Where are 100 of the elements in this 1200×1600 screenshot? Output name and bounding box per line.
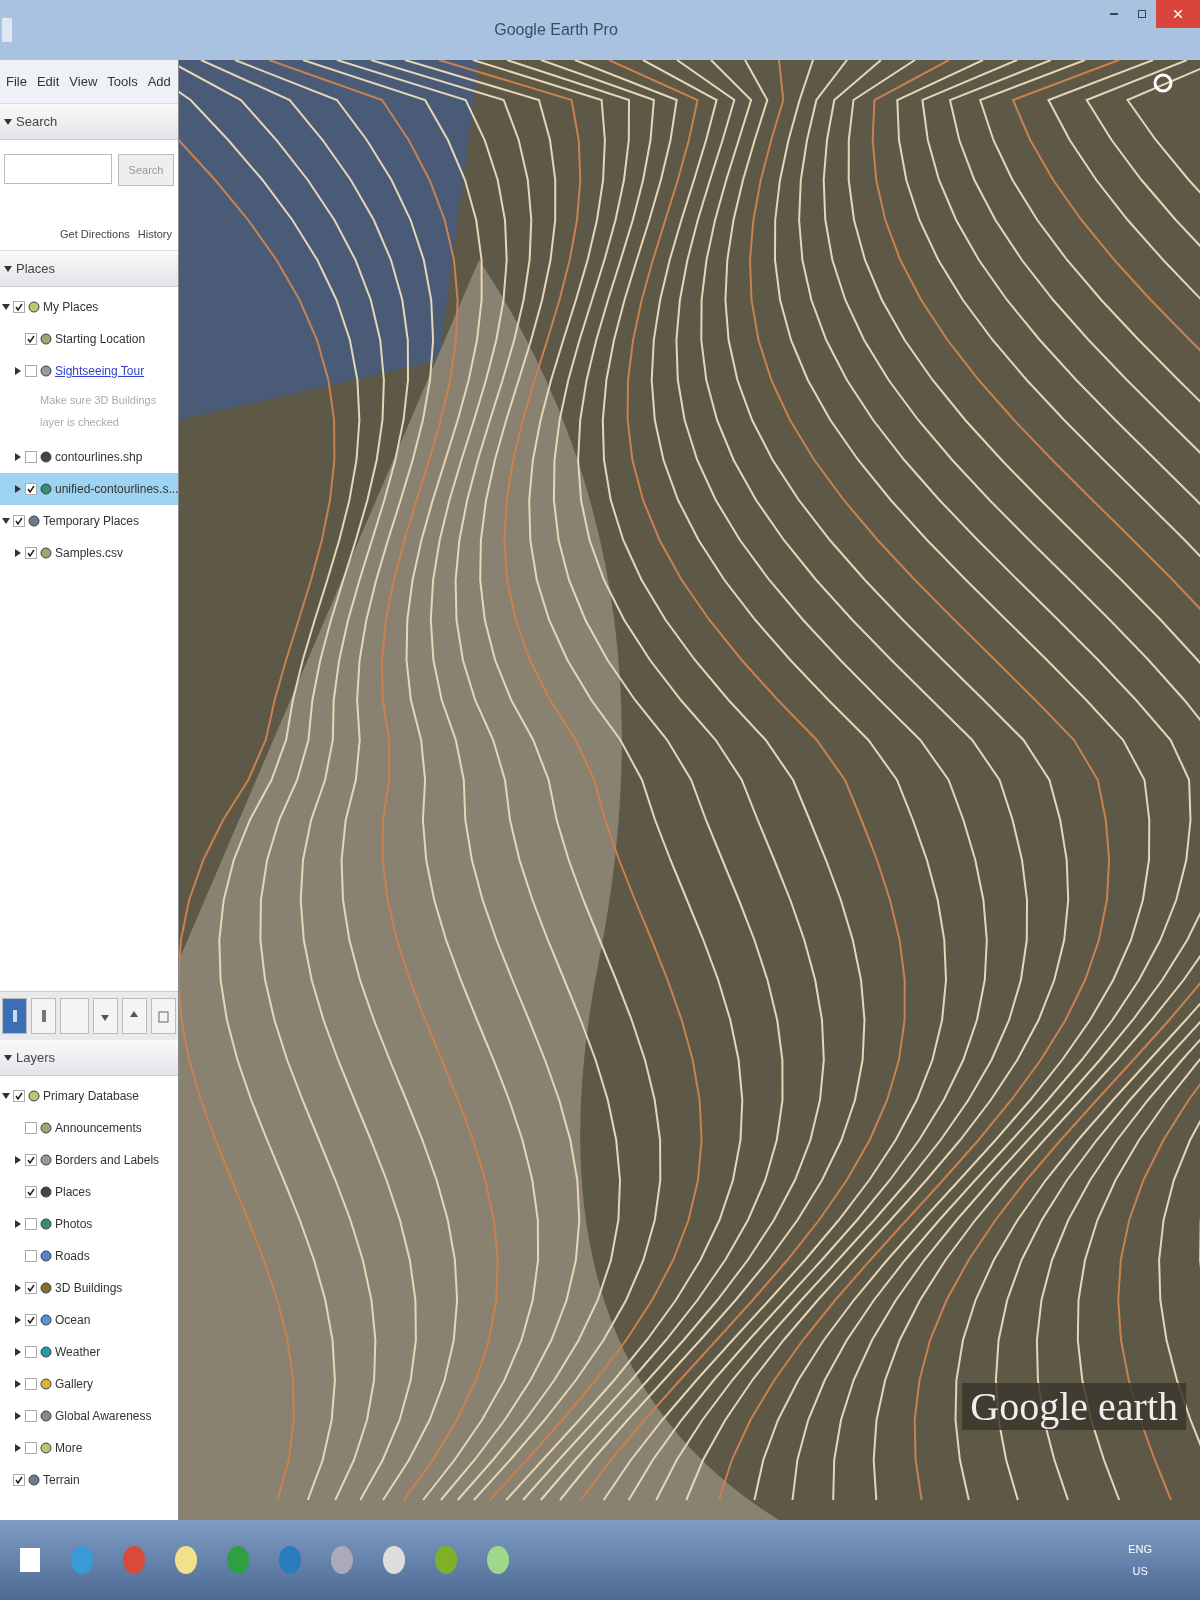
globe-icon: [40, 333, 52, 345]
menu-item[interactable]: Add: [147, 74, 171, 89]
globe-icon: [40, 365, 52, 377]
globe-icon: [28, 301, 40, 313]
expand-arrow-icon[interactable]: [14, 1348, 22, 1356]
tree-item[interactable]: Sightseeing Tour: [0, 355, 178, 387]
checkbox[interactable]: [25, 451, 37, 463]
tree-item[interactable]: 3D Buildings: [0, 1272, 178, 1304]
item-label: contourlines.shp: [55, 450, 143, 464]
square-icon: [157, 1009, 170, 1023]
menu-item[interactable]: Edit: [36, 74, 60, 89]
folder-button[interactable]: [31, 998, 57, 1034]
tour-link[interactable]: Sightseeing Tour: [55, 364, 145, 378]
item-label: Terrain: [43, 1473, 80, 1487]
tree-item[interactable]: Roads: [0, 1240, 178, 1272]
tray-text: US: [1132, 1565, 1148, 1577]
globe-icon: [28, 1090, 40, 1102]
tree-item[interactable]: More: [0, 1432, 178, 1464]
panel-header[interactable]: Places: [0, 251, 178, 287]
satellite-contour-map-drawing[interactable]: [179, 60, 1200, 1520]
checkbox[interactable]: [25, 1154, 37, 1166]
collapse-arrow-icon[interactable]: [2, 517, 10, 525]
panel-header[interactable]: Layers: [0, 1040, 178, 1076]
globe-icon: [40, 1314, 52, 1326]
expand-arrow-icon[interactable]: [14, 1284, 22, 1292]
tray-text: ENG: [1128, 1543, 1152, 1555]
tree-item[interactable]: Borders and Labels: [0, 1144, 178, 1176]
tree-item[interactable]: contourlines.shp: [0, 441, 178, 473]
item-label: Temporary Places: [43, 514, 140, 528]
tree-item[interactable]: Terrain: [0, 1464, 178, 1496]
checkbox[interactable]: [25, 1346, 37, 1358]
globe-icon: [28, 1474, 40, 1486]
checkbox[interactable]: [25, 333, 37, 345]
checkbox[interactable]: [25, 1250, 37, 1262]
panel-title: Layers: [16, 1050, 56, 1065]
expand-arrow-icon[interactable]: [14, 1380, 22, 1388]
add-placemark-button[interactable]: [2, 998, 28, 1034]
expand-arrow-icon[interactable]: [14, 1412, 22, 1420]
expand-arrow-icon[interactable]: [14, 549, 22, 557]
checkbox[interactable]: [25, 1410, 37, 1422]
collapse-arrow-icon[interactable]: [2, 303, 10, 311]
move-down-button[interactable]: [92, 998, 118, 1034]
checkbox[interactable]: [13, 1474, 25, 1486]
checkbox[interactable]: [25, 1442, 37, 1454]
tree-item[interactable]: Photos: [0, 1208, 178, 1240]
globe-icon: [40, 1250, 52, 1262]
item-label: Gallery: [55, 1377, 93, 1391]
expand-arrow-icon[interactable]: [14, 1156, 22, 1164]
search-field[interactable]: [4, 154, 112, 184]
item-label: Announcements: [55, 1121, 142, 1135]
globe-icon: [40, 451, 52, 463]
tree-item[interactable]: My Places: [0, 291, 178, 323]
checkbox[interactable]: [25, 483, 37, 495]
expand-arrow-icon[interactable]: [14, 1220, 22, 1228]
checkbox[interactable]: [25, 1314, 37, 1326]
checkbox[interactable]: [13, 515, 25, 527]
tree-item[interactable]: Weather: [0, 1336, 178, 1368]
tree-item[interactable]: Temporary Places: [0, 505, 178, 537]
close-icon: [1174, 10, 1182, 18]
tree-item[interactable]: Announcements: [0, 1112, 178, 1144]
menu-item[interactable]: View: [69, 74, 98, 89]
panel-link[interactable]: Get Directions: [60, 228, 130, 240]
checkbox[interactable]: [25, 365, 37, 377]
tree-item[interactable]: unified-contourlines.s...: [0, 473, 178, 505]
tree-item[interactable]: Global Awareness: [0, 1400, 178, 1432]
tree-item[interactable]: Primary Database: [0, 1080, 178, 1112]
menu-item[interactable]: Tools: [107, 74, 138, 89]
expand-arrow-icon[interactable]: [14, 1316, 22, 1324]
checkbox[interactable]: [25, 1186, 37, 1198]
item-label: Places: [55, 1185, 92, 1199]
checkbox[interactable]: [13, 301, 25, 313]
expand-arrow-icon[interactable]: [14, 367, 22, 375]
tree-item[interactable]: Starting Location: [0, 323, 178, 355]
checkbox[interactable]: [25, 547, 37, 559]
globe-icon: [40, 547, 52, 559]
expand-arrow-icon[interactable]: [14, 485, 22, 493]
tree-item[interactable]: Gallery: [0, 1368, 178, 1400]
menu-item[interactable]: File: [6, 74, 27, 89]
collapse-arrow-icon[interactable]: [4, 1053, 12, 1062]
item-label: Ocean: [55, 1313, 91, 1327]
checkbox[interactable]: [25, 1378, 37, 1390]
collapse-arrow-icon[interactable]: [4, 264, 12, 273]
expand-arrow-icon[interactable]: [14, 453, 22, 461]
expand-arrow-icon[interactable]: [14, 1444, 22, 1452]
collapse-arrow-icon[interactable]: [2, 1092, 10, 1100]
checkbox[interactable]: [25, 1218, 37, 1230]
move-up-button[interactable]: [121, 998, 147, 1034]
collapse-arrow-icon[interactable]: [4, 117, 12, 126]
tree-item[interactable]: Ocean: [0, 1304, 178, 1336]
tree-item[interactable]: Samples.csv: [0, 537, 178, 569]
item-note: Make sure 3D Buildings layer is checked: [39, 393, 158, 430]
globe-icon: [40, 1186, 52, 1198]
checkbox[interactable]: [25, 1122, 37, 1134]
tree-item[interactable]: Places: [0, 1176, 178, 1208]
panel-header[interactable]: Search: [0, 104, 178, 140]
item-label: Primary Database: [43, 1089, 140, 1103]
checkbox[interactable]: [13, 1090, 25, 1102]
checkbox[interactable]: [25, 1282, 37, 1294]
globe-icon: [40, 1282, 52, 1294]
panel-link[interactable]: History: [137, 228, 172, 240]
